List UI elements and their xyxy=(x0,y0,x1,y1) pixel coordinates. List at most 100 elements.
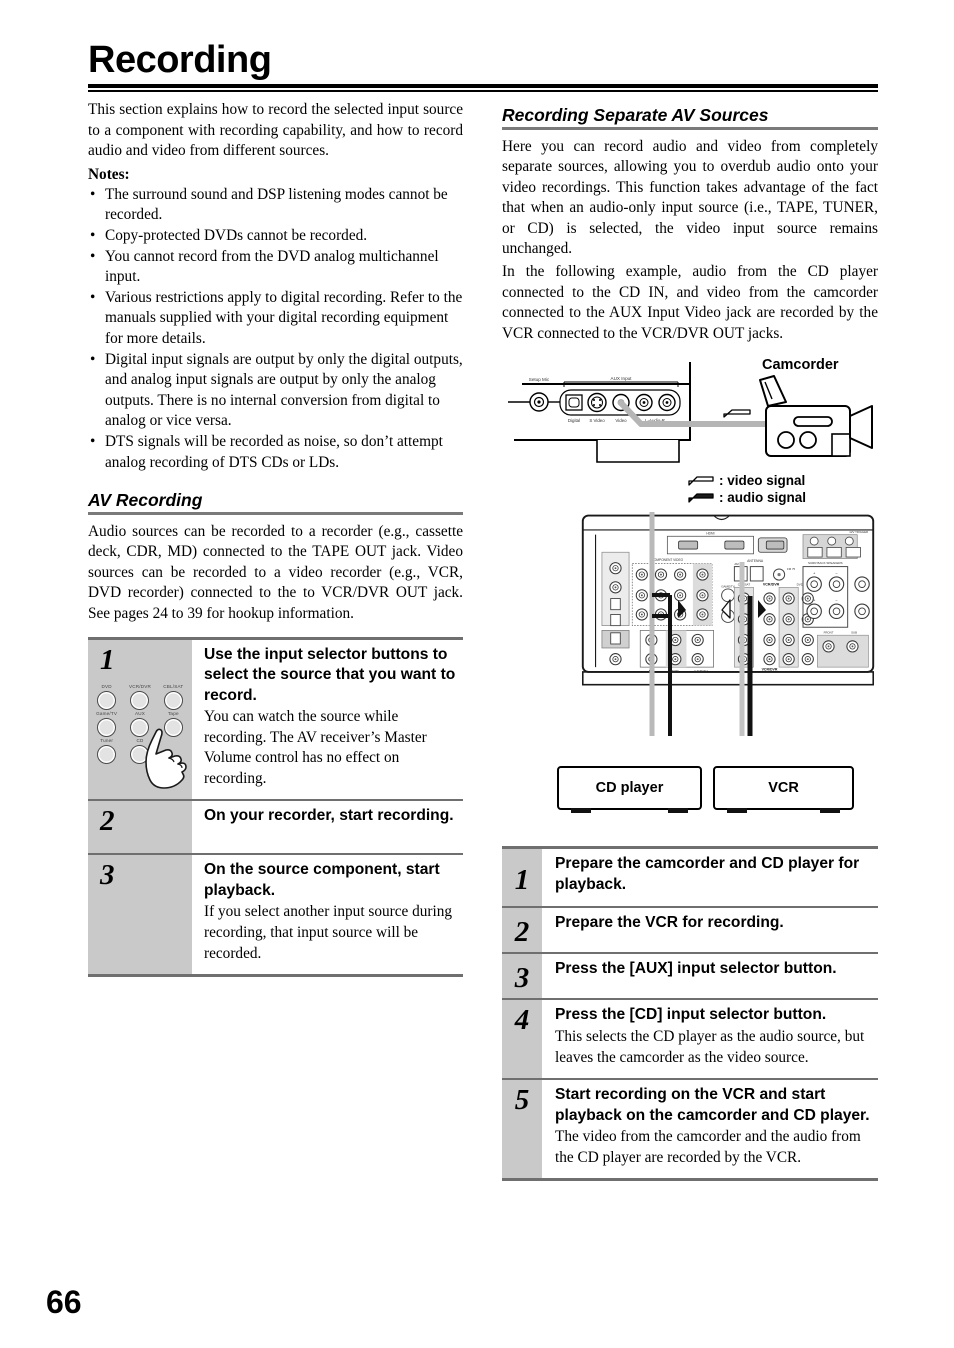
table-row: 3 Press the [AUX] input selector button. xyxy=(502,954,878,999)
svg-text:Video: Video xyxy=(615,418,627,423)
svg-text:Digital: Digital xyxy=(568,418,580,423)
right-column: Recording Separate AV Sources Here you c… xyxy=(502,100,878,1182)
round-button-icon xyxy=(97,744,117,764)
cd-player-label: CD player xyxy=(595,780,664,797)
separate-paragraph-1: Here you can record audio and video from… xyxy=(502,137,878,258)
step-content-cell: Prepare the camcorder and CD player for … xyxy=(542,849,878,907)
vcr-box: VCR xyxy=(713,766,854,814)
note-item: Copy-protected DVDs cannot be recorded. xyxy=(88,226,463,247)
input-selector-tuner: Tuner xyxy=(90,738,123,764)
step-number: 3 xyxy=(514,962,530,995)
step-number-cell: 5 xyxy=(502,1080,542,1179)
input-selector-cbl-sat: CBL/SAT xyxy=(157,684,190,710)
step-number-cell: 1 DVD VCR/DVR CBL/SAT Game/TV AUX Tape T… xyxy=(88,639,192,800)
input-selector-label: AUX xyxy=(134,710,146,716)
input-selector-label: CBL/SAT xyxy=(163,683,184,689)
separate-paragraph-2: In the following example, audio from the… xyxy=(502,263,878,342)
recording-separate-heading: Recording Separate AV Sources xyxy=(502,105,769,125)
step-title: Start recording on the VCR and start pla… xyxy=(555,1086,870,1124)
table-row: 1 DVD VCR/DVR CBL/SAT Game/TV AUX Tape T… xyxy=(88,639,463,800)
step-content-cell: Use the input selector buttons to select… xyxy=(192,639,463,800)
step-number: 1 xyxy=(100,643,115,676)
vcr-label: VCR xyxy=(768,780,799,797)
step-content-cell: Press the [CD] input selector button. Th… xyxy=(542,1000,878,1079)
av-recording-heading: AV Recording xyxy=(88,490,203,511)
step-content-cell: Press the [AUX] input selector button. xyxy=(542,954,878,999)
cable-overlay xyxy=(649,512,766,737)
step-number-cell: 1 xyxy=(502,849,542,907)
table-rule xyxy=(502,1178,878,1182)
subhead-rule xyxy=(502,127,878,130)
svg-text:S Video: S Video xyxy=(589,418,605,423)
step-number-cell: 3 xyxy=(502,954,542,999)
input-selector-label: Tape xyxy=(167,710,179,716)
step-text: This selects the CD player as the audio … xyxy=(555,1027,865,1066)
step-content-cell: On your recorder, start recording. xyxy=(192,801,463,854)
step-number: 1 xyxy=(514,863,530,896)
table-row: 1 Prepare the camcorder and CD player fo… xyxy=(502,849,878,907)
step-number: 4 xyxy=(514,1004,530,1037)
pointing-hand-icon xyxy=(145,728,187,789)
step-text: The video from the camcorder and the aud… xyxy=(555,1128,861,1166)
step-title: Press the [AUX] input selector button. xyxy=(555,960,837,978)
av-recording-paragraph: Audio sources can be recorded to a recor… xyxy=(88,522,463,622)
input-selector-label: Tuner xyxy=(100,737,114,743)
title-rule-thick xyxy=(88,84,878,88)
input-selector-panel-illustration: DVD VCR/DVR CBL/SAT Game/TV AUX Tape Tun… xyxy=(90,676,190,789)
table-row: 3 On the source component, start playbac… xyxy=(88,855,463,975)
step-number-cell: 4 xyxy=(502,1000,542,1079)
input-selector-label: DVD xyxy=(101,683,112,689)
step-number: 3 xyxy=(100,859,115,892)
step-number: 5 xyxy=(514,1084,530,1117)
left-column: This section explains how to record the … xyxy=(88,100,463,978)
round-button-icon xyxy=(97,690,117,710)
note-item: You cannot record from the DVD analog mu… xyxy=(88,247,463,288)
step-title: Prepare the camcorder and CD player for … xyxy=(555,855,860,893)
step-title: On the source component, start playback. xyxy=(204,861,440,899)
notes-label: Notes: xyxy=(88,165,130,183)
camcorder-label: Camcorder xyxy=(762,357,839,374)
step-title: Press the [CD] input selector button. xyxy=(555,1006,827,1024)
connection-diagram: Setup Mic AUX Input Digital S Video Vide… xyxy=(502,354,878,824)
notes-list: The surround sound and DSP listening mod… xyxy=(88,185,463,473)
step-number-cell: 2 xyxy=(502,908,542,953)
input-selector-vcr-dvr: VCR/DVR xyxy=(123,684,156,710)
step-number-cell: 3 xyxy=(88,855,192,975)
cd-player-box: CD player xyxy=(557,766,702,814)
svg-text:Setup Mic: Setup Mic xyxy=(529,377,550,382)
manual-page: Recording This section explains how to r… xyxy=(0,0,954,1348)
legend-label: : video signal xyxy=(719,473,806,489)
svg-text:AUX Input: AUX Input xyxy=(611,376,633,381)
input-selector-label: Game/TV xyxy=(96,710,118,716)
page-title: Recording xyxy=(88,39,272,81)
step-text: You can watch the source while recording… xyxy=(204,708,427,787)
legend-item-video: : video signal xyxy=(688,472,806,489)
camcorder-icon xyxy=(759,375,873,458)
input-selector-dvd: DVD xyxy=(90,684,123,710)
separate-av-steps: 1 Prepare the camcorder and CD player fo… xyxy=(502,846,878,1182)
round-button-icon xyxy=(130,690,150,710)
table-rule xyxy=(88,974,463,978)
table-row: 5 Start recording on the VCR and start p… xyxy=(502,1080,878,1179)
step-title: Use the input selector buttons to select… xyxy=(204,645,456,704)
title-rule-thin xyxy=(88,90,878,92)
step-title: On your recorder, start recording. xyxy=(204,807,454,825)
video-signal-arrow-icon xyxy=(688,476,714,487)
note-item: Various restrictions apply to digital re… xyxy=(88,288,463,350)
note-item: The surround sound and DSP listening mod… xyxy=(88,185,463,226)
round-button-icon xyxy=(97,717,117,737)
input-selector-label: VCR/DVR xyxy=(128,683,152,689)
step-content-cell: Start recording on the VCR and start pla… xyxy=(542,1080,878,1179)
table-row: 4 Press the [CD] input selector button. … xyxy=(502,1000,878,1079)
step-number-cell: 2 xyxy=(88,801,192,854)
input-selector-game-tv: Game/TV xyxy=(90,711,123,737)
step-text: If you select another input source durin… xyxy=(204,903,453,962)
intro-paragraph: This section explains how to record the … xyxy=(88,101,463,160)
page-header: Recording xyxy=(88,38,878,92)
page-number: 66 xyxy=(46,1284,82,1320)
av-recording-steps: 1 DVD VCR/DVR CBL/SAT Game/TV AUX Tape T… xyxy=(88,636,463,978)
step-content-cell: On the source component, start playback.… xyxy=(192,855,463,975)
table-row: 2 On your recorder, start recording. xyxy=(88,801,463,854)
note-item: Digital input signals are output by only… xyxy=(88,350,463,432)
round-button-icon xyxy=(163,690,183,710)
